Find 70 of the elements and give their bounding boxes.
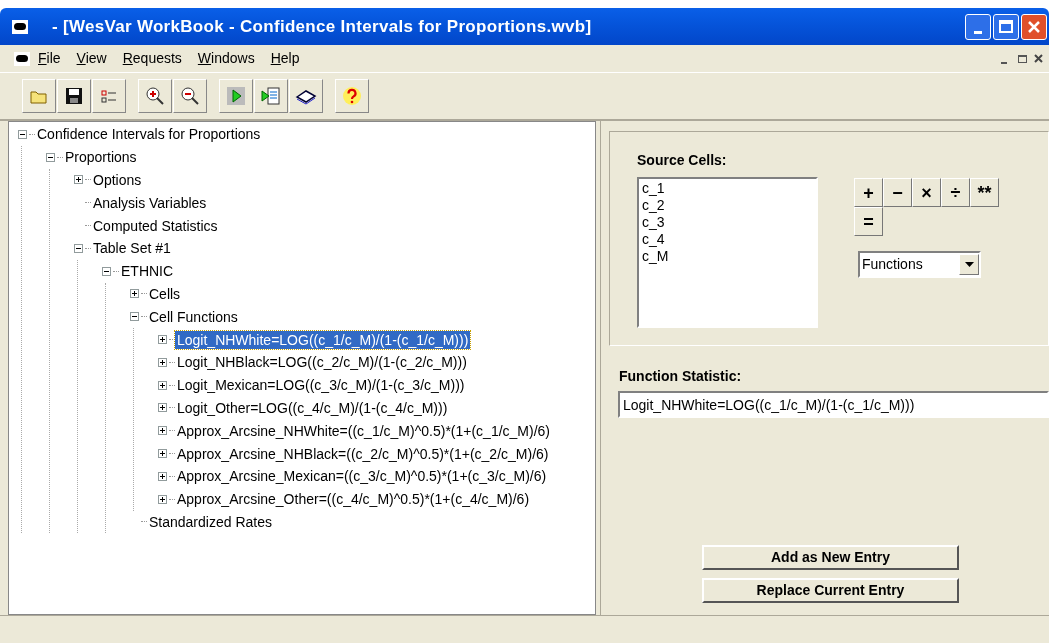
tree-item[interactable]: Standardized Rates	[147, 512, 274, 531]
tree-item[interactable]: Approx_Arcsine_Mexican=((c_3/c_M)^0.5)*(1+(c_3/c_M)/6)	[175, 467, 549, 486]
source-cells-label: Source Cells:	[637, 151, 728, 170]
expand-icon[interactable]	[157, 426, 167, 436]
function-statistic-field[interactable]: Logit_NHWhite=LOG((c_1/c_M)/(1-(c_1/c_M)))	[618, 391, 1049, 418]
list-item[interactable]: c_4	[642, 231, 816, 248]
tree-item[interactable]: Table Set #1	[91, 239, 173, 258]
collapse-icon[interactable]	[17, 129, 27, 139]
tree-item[interactable]: Options	[91, 171, 144, 189]
expand-icon[interactable]	[157, 471, 167, 481]
tree-item[interactable]: Approx_Arcsine_NHBlack=((c_2/c_M)^0.5)*(1+(c_2/c_M)/6)	[175, 444, 551, 463]
expand-icon[interactable]	[157, 335, 167, 345]
tree-item[interactable]: Confidence Intervals for Proportions	[35, 125, 263, 144]
zoom-out-icon[interactable]	[173, 79, 207, 113]
collapse-icon[interactable]	[45, 152, 55, 162]
expand-icon[interactable]	[157, 380, 167, 390]
window-title: - [WesVar WorkBook - Confidence Intervals for Proportions.wvb]	[52, 15, 592, 38]
list-item[interactable]: c_3	[642, 214, 816, 231]
operator-button[interactable]: −	[883, 178, 912, 207]
help-icon[interactable]	[335, 79, 369, 113]
tree-item[interactable]: Approx_Arcsine_NHWhite=((c_1/c_M)^0.5)*(1+(c_1/c_M)/6)	[175, 421, 553, 440]
close-icon[interactable]	[1021, 13, 1047, 40]
expand-icon[interactable]	[157, 357, 167, 367]
tree-item[interactable]: Logit_NHWhite=LOG((c_1/c_M)/(1-(c_1/c_M)))	[175, 330, 471, 349]
expand-icon[interactable]	[157, 449, 167, 459]
tree-item[interactable]: Logit_NHBlack=LOG((c_2/c_M)/(1-(c_2/c_M)))	[175, 353, 469, 372]
menu-item[interactable]: Help	[270, 48, 300, 69]
tree-item[interactable]: Cells	[147, 284, 183, 303]
list-item[interactable]: c_2	[642, 197, 816, 214]
menu-item[interactable]: View	[76, 48, 107, 69]
source-cells-list[interactable]: c_1 c_2 c_3 c_4 c_M	[637, 177, 818, 328]
expand-icon[interactable]	[157, 403, 167, 413]
collapse-icon[interactable]	[101, 266, 111, 276]
list-item[interactable]: c_1	[642, 180, 816, 197]
operator-button[interactable]: ÷	[941, 178, 970, 207]
run-icon[interactable]	[219, 79, 253, 113]
action-button[interactable]: Add as New Entry	[702, 545, 959, 570]
app-logo-icon	[12, 19, 28, 34]
function-statistic-label: Function Statistic:	[619, 367, 743, 386]
maximize-icon[interactable]	[993, 13, 1019, 40]
tree-item[interactable]: ETHNIC	[119, 262, 176, 281]
export-icon[interactable]	[254, 79, 288, 113]
operator-button[interactable]: +	[854, 178, 883, 207]
tree-item[interactable]: Proportions	[63, 148, 139, 167]
action-button[interactable]: Replace Current Entry	[702, 578, 959, 603]
operator-button[interactable]: **	[970, 178, 999, 207]
menu-item[interactable]: Requests	[122, 48, 182, 69]
caret-icon[interactable]	[959, 254, 979, 275]
minimize-icon[interactable]	[965, 13, 991, 40]
operator-button[interactable]: =	[854, 207, 883, 236]
tree-item[interactable]: Computed Statistics	[91, 216, 220, 235]
tree-item[interactable]: Logit_Other=LOG((c_4/c_M)/(1-(c_4/c_M)))	[175, 398, 450, 417]
tree-item[interactable]: Cell Functions	[147, 307, 240, 326]
checklist-icon[interactable]	[92, 79, 126, 113]
expand-icon[interactable]	[129, 289, 139, 299]
expand-icon[interactable]	[157, 494, 167, 504]
tree-item[interactable]: Analysis Variables	[91, 193, 209, 212]
functions-dropdown[interactable]: Functions	[858, 251, 981, 278]
save-icon[interactable]	[57, 79, 91, 113]
list-item[interactable]: c_M	[642, 248, 816, 265]
menu-item[interactable]: File	[38, 48, 61, 69]
expand-icon[interactable]	[73, 175, 83, 185]
document-logo-icon	[14, 51, 30, 66]
zoom-in-icon[interactable]	[138, 79, 172, 113]
operator-button[interactable]: ×	[912, 178, 941, 207]
collapse-icon[interactable]	[129, 312, 139, 322]
tree-item[interactable]: Approx_Arcsine_Other=((c_4/c_M)^0.5)*(1+(c_4/c_M)/6)	[175, 490, 532, 509]
collapse-icon[interactable]	[73, 243, 83, 253]
tree-item[interactable]: Logit_Mexican=LOG((c_3/c_M)/(1-(c_3/c_M)))	[175, 376, 467, 395]
menu-item[interactable]: Windows	[197, 48, 255, 69]
